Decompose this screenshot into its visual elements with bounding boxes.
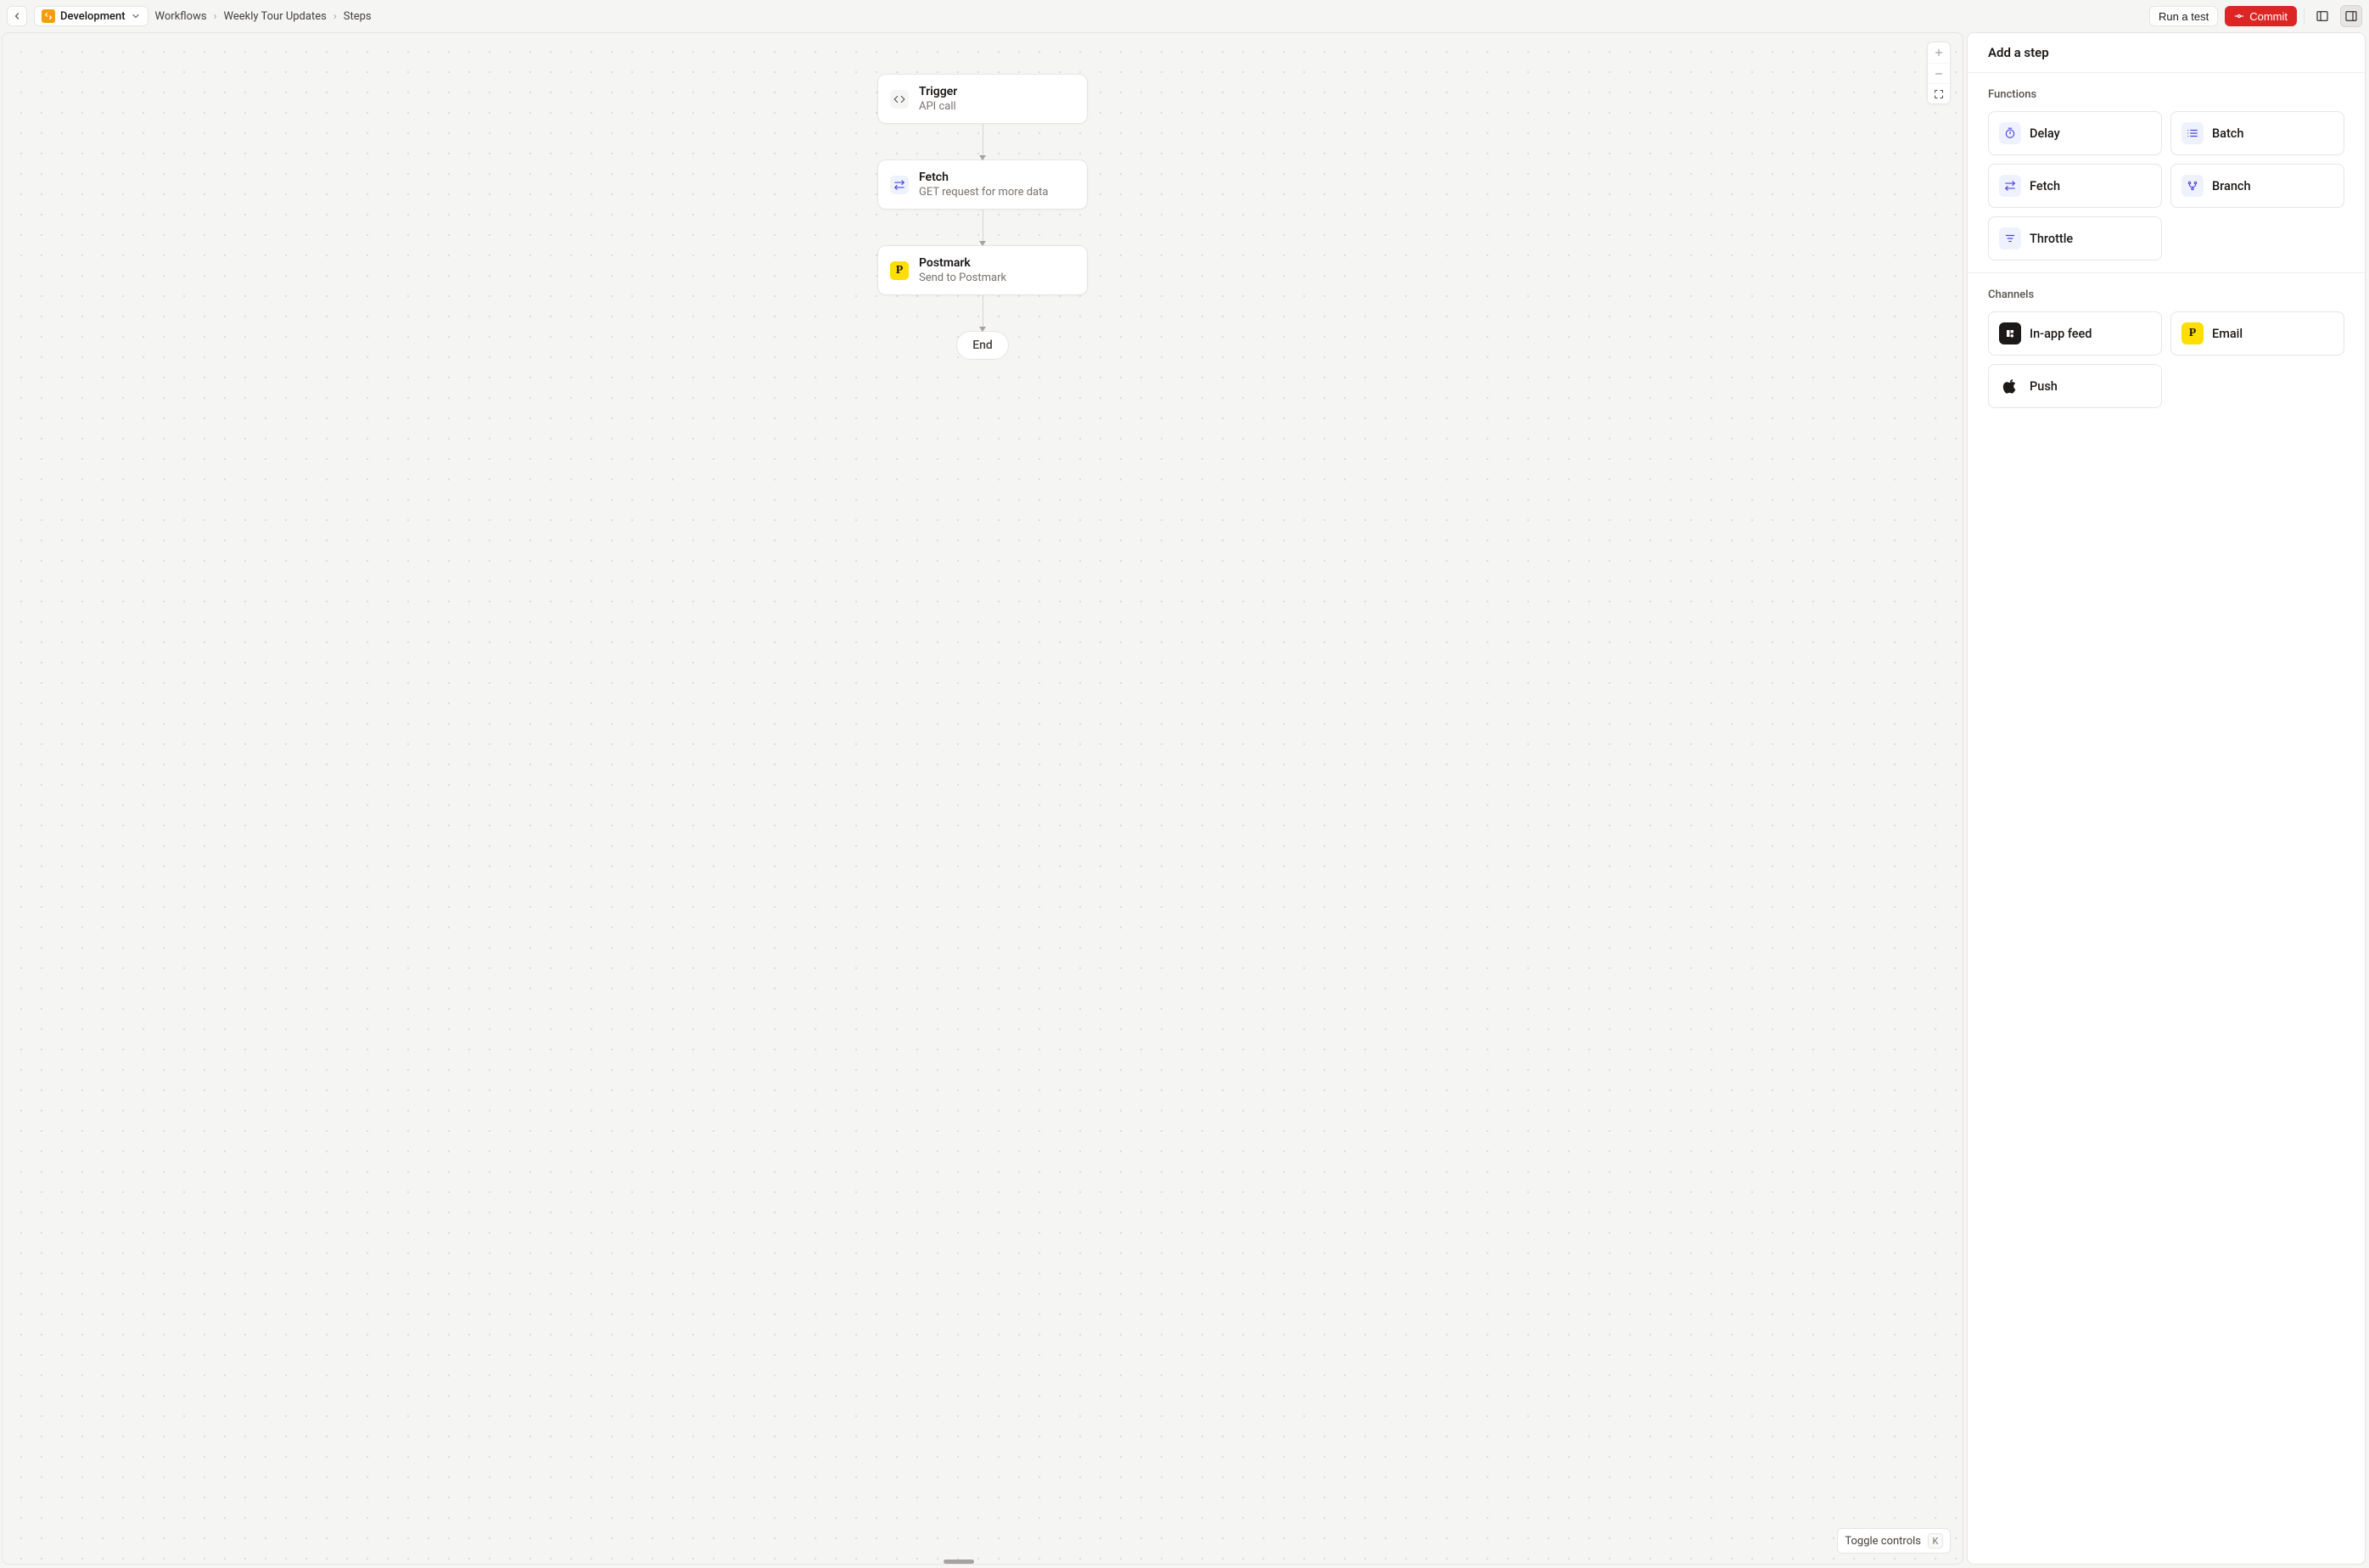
panel-left-icon bbox=[2316, 9, 2329, 23]
step-tile-fetch[interactable]: Fetch bbox=[1988, 164, 2162, 208]
panel-right-toggle[interactable] bbox=[2340, 5, 2362, 27]
workflow-flow: Trigger API call Fetch GET request for m… bbox=[877, 74, 1088, 360]
chevron-left-icon bbox=[12, 11, 22, 21]
zoom-controls bbox=[1927, 42, 1951, 104]
workflow-node-postmark[interactable]: P Postmark Send to Postmark bbox=[877, 245, 1088, 295]
node-subtitle: Send to Postmark bbox=[919, 272, 1006, 284]
commit-button[interactable]: Commit bbox=[2225, 6, 2297, 26]
topbar-divider bbox=[2304, 8, 2305, 25]
environment-label: Development bbox=[60, 10, 126, 23]
filter-icon bbox=[1999, 227, 2021, 249]
step-tile-branch[interactable]: Branch bbox=[2170, 164, 2344, 208]
section-heading: Channels bbox=[1988, 288, 2344, 301]
tile-label: In-app feed bbox=[2030, 327, 2092, 341]
breadcrumb-separator: › bbox=[214, 10, 217, 23]
chevron-down-icon bbox=[131, 11, 141, 21]
step-tile-email[interactable]: P Email bbox=[2170, 311, 2344, 356]
node-title: Fetch bbox=[919, 171, 1048, 184]
maximize-icon bbox=[1934, 89, 1944, 99]
breadcrumb-item[interactable]: Steps bbox=[344, 10, 372, 23]
run-test-label: Run a test bbox=[2159, 10, 2209, 23]
timer-icon bbox=[1999, 122, 2021, 144]
branch-icon bbox=[2181, 175, 2204, 197]
breadcrumb: Workflows › Weekly Tour Updates › Steps bbox=[155, 10, 372, 23]
workflow-node-fetch[interactable]: Fetch GET request for more data bbox=[877, 160, 1088, 210]
tile-label: Throttle bbox=[2030, 232, 2073, 246]
node-title: Postmark bbox=[919, 256, 1006, 270]
toggle-controls-button[interactable]: Toggle controls K bbox=[1837, 1528, 1951, 1554]
node-subtitle: GET request for more data bbox=[919, 186, 1048, 199]
step-tile-throttle[interactable]: Throttle bbox=[1988, 216, 2162, 260]
postmark-icon: P bbox=[890, 261, 909, 280]
tile-label: Push bbox=[2030, 379, 2058, 394]
step-tile-inapp[interactable]: In-app feed bbox=[1988, 311, 2162, 356]
toggle-controls-label: Toggle controls bbox=[1845, 1535, 1921, 1548]
workflow-node-trigger[interactable]: Trigger API call bbox=[877, 74, 1088, 124]
tile-label: Batch bbox=[2212, 126, 2243, 141]
panel-left-toggle[interactable] bbox=[2311, 5, 2333, 27]
step-tile-batch[interactable]: Batch bbox=[2170, 111, 2344, 155]
fetch-icon bbox=[890, 176, 909, 194]
end-label: End bbox=[972, 339, 993, 352]
breadcrumb-separator: › bbox=[333, 10, 337, 23]
tile-label: Email bbox=[2212, 327, 2243, 341]
apple-icon bbox=[1999, 375, 2021, 397]
fetch-icon bbox=[1999, 175, 2021, 197]
top-bar: Development Workflows › Weekly Tour Upda… bbox=[0, 0, 2369, 32]
panel-title: Add a step bbox=[1968, 33, 2365, 73]
plus-icon bbox=[1934, 48, 1944, 58]
code-icon bbox=[890, 90, 909, 109]
section-heading: Functions bbox=[1988, 88, 2344, 101]
environment-icon bbox=[42, 9, 55, 23]
tile-label: Delay bbox=[2030, 126, 2060, 141]
panel-section-functions: Functions Delay Batch bbox=[1968, 73, 2365, 272]
zoom-fit-button[interactable] bbox=[1928, 83, 1950, 104]
environment-selector[interactable]: Development bbox=[34, 6, 148, 26]
postmark-icon: P bbox=[2181, 322, 2204, 344]
run-test-button[interactable]: Run a test bbox=[2149, 6, 2218, 26]
node-subtitle: API call bbox=[919, 100, 957, 113]
zoom-out-button[interactable] bbox=[1928, 63, 1950, 83]
tile-label: Branch bbox=[2212, 179, 2251, 193]
panel-section-channels: Channels In-app feed P Email bbox=[1968, 272, 2365, 420]
minus-icon bbox=[1934, 69, 1944, 79]
panel-right-icon bbox=[2344, 9, 2358, 23]
zoom-in-button[interactable] bbox=[1928, 42, 1950, 63]
commit-label: Commit bbox=[2249, 10, 2288, 23]
side-panel: Add a step Functions Delay Batch bbox=[1967, 32, 2366, 1565]
horizontal-scrollbar-thumb[interactable] bbox=[944, 1560, 974, 1564]
back-button[interactable] bbox=[7, 6, 27, 26]
step-tile-delay[interactable]: Delay bbox=[1988, 111, 2162, 155]
toggle-controls-shortcut: K bbox=[1928, 1533, 1943, 1548]
workflow-end: End bbox=[956, 331, 1009, 360]
commit-icon bbox=[2234, 11, 2244, 21]
step-tile-push[interactable]: Push bbox=[1988, 364, 2162, 408]
tile-label: Fetch bbox=[2030, 179, 2060, 193]
node-title: Trigger bbox=[919, 85, 957, 98]
inapp-icon bbox=[1999, 322, 2021, 344]
breadcrumb-item[interactable]: Workflows bbox=[155, 10, 207, 23]
breadcrumb-item[interactable]: Weekly Tour Updates bbox=[223, 10, 326, 23]
list-icon bbox=[2181, 122, 2204, 144]
workflow-canvas[interactable]: Trigger API call Fetch GET request for m… bbox=[2, 32, 1963, 1565]
